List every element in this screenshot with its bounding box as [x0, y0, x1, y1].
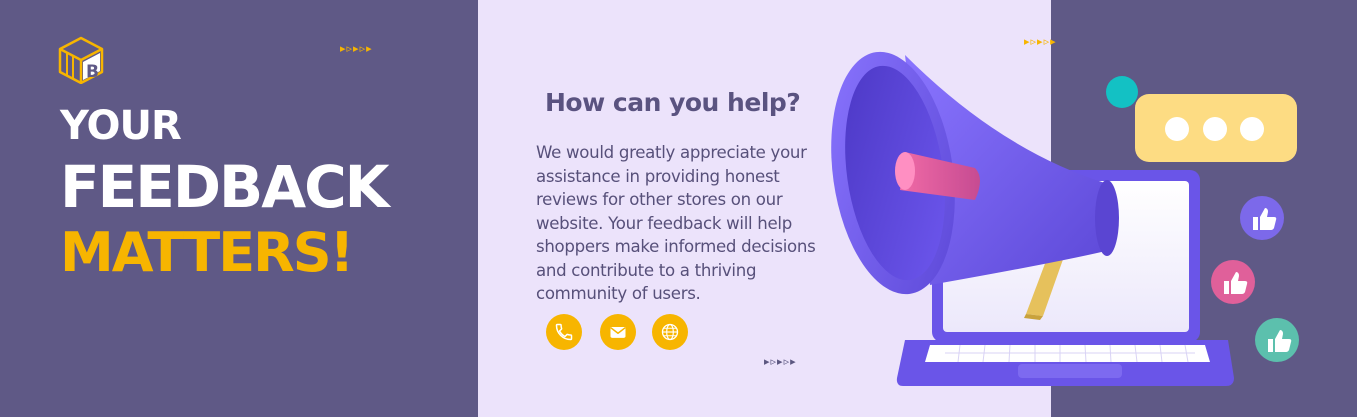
headline-line-3: MATTERS! [60, 221, 354, 284]
decorative-arrows: ▸▹▸▹▸ [1024, 35, 1057, 48]
phone-icon [555, 323, 573, 341]
globe-icon [661, 323, 679, 341]
feedback-banner: B ▸▹▸▹▸ ▸▹▸▹▸ ▸▹▸▹▸ YOUR FEEDBACK MATTER… [0, 0, 1357, 417]
decorative-arrows: ▸▹▸▹▸ [340, 42, 373, 55]
logo-letter: B [86, 62, 99, 82]
mail-icon [610, 327, 626, 338]
headline: YOUR FEEDBACK MATTERS! [60, 103, 390, 284]
help-title: How can you help? [545, 88, 801, 117]
website-button[interactable] [652, 314, 688, 350]
right-panel [1051, 0, 1357, 417]
decorative-arrows: ▸▹▸▹▸ [764, 355, 797, 368]
help-body: We would greatly appreciate your assista… [536, 143, 816, 303]
headline-line-1: YOUR [60, 103, 182, 149]
headline-line-2: FEEDBACK [60, 153, 390, 221]
mail-button[interactable] [600, 314, 636, 350]
logo-icon: B [58, 36, 104, 84]
phone-button[interactable] [546, 314, 582, 350]
